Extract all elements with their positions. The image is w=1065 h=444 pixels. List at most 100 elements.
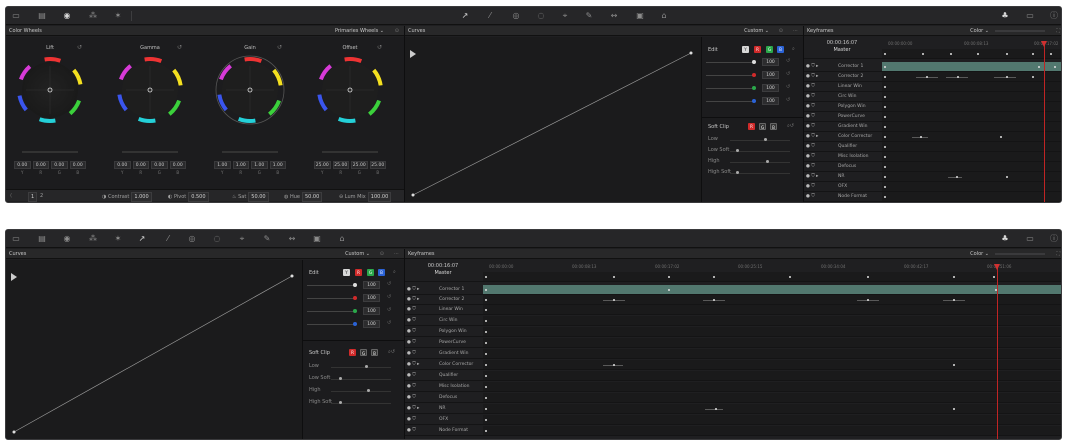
value-y[interactable]: 0.00 [14, 161, 31, 169]
keyframe-row[interactable]: ● ⛉ ▸ NR [405, 404, 1061, 414]
color-wheel-ring[interactable] [14, 54, 86, 126]
keyframe-row[interactable]: ● ⛉ Circ Win [804, 92, 1061, 102]
chip-b[interactable]: B [777, 46, 784, 53]
curve-line[interactable] [405, 37, 701, 203]
soft-clip-row[interactable]: High Soft [309, 399, 399, 407]
sizing-icon[interactable]: ⌂ [336, 233, 348, 245]
rgb-mixer-icon[interactable]: ⁂ [87, 10, 99, 22]
keyframes-mode-dropdown[interactable]: Color ⌄ [970, 249, 989, 259]
wheels-mode-dropdown[interactable]: Primaries Wheels ⌄ [335, 26, 384, 36]
link-icon[interactable]: ⌕ [792, 46, 795, 52]
pivot-control[interactable]: ◐ Pivot 0.500 [168, 192, 209, 202]
curves-settings-icon[interactable]: ⊙ [779, 26, 783, 36]
soft-clip-row[interactable]: Low [309, 363, 399, 371]
keyframe-row[interactable]: ● ⛉ Polygon Win [804, 102, 1061, 112]
value-g[interactable]: 0.00 [51, 161, 68, 169]
sat-control[interactable]: ♨ Sat 50.00 [232, 192, 269, 202]
keyframe-row[interactable]: ● ⛉ Qualifier [804, 142, 1061, 152]
lum-mix-control[interactable]: ⊖ Lum Mix 100.00 [339, 192, 392, 202]
soft-clip-row[interactable]: High Soft [708, 169, 798, 177]
chip-r[interactable]: R [748, 123, 755, 130]
edit-value[interactable]: 100 [762, 71, 779, 79]
value-g[interactable]: 0.00 [151, 161, 168, 169]
motion-effects-icon[interactable]: ✶ [112, 233, 124, 245]
reset-icon[interactable]: ↺ [377, 44, 382, 51]
value-b[interactable]: 0.00 [69, 161, 86, 169]
chip-y[interactable]: Y [742, 46, 749, 53]
reset-icon[interactable]: ↺ [77, 44, 82, 51]
window-icon[interactable]: ◌ [211, 233, 223, 245]
edit-row-y[interactable]: 100 ↺ [303, 281, 403, 290]
scopes-icon[interactable]: ♣ [999, 10, 1011, 22]
key-icon[interactable]: ▣ [634, 10, 646, 22]
reset-icon[interactable]: ↺ [387, 307, 391, 313]
edit-row-b[interactable]: 100 ↺ [303, 320, 403, 329]
keyframes-icon[interactable]: ⓘ [1048, 233, 1060, 245]
master-wheel-slider[interactable] [122, 151, 178, 153]
contrast-control[interactable]: ◑ Contrast 1.000 [102, 192, 152, 202]
curves-icon[interactable]: ↗ [136, 233, 148, 245]
edit-row-g[interactable]: 100 ↺ [303, 307, 403, 316]
keyframes-mode-dropdown[interactable]: Color ⌄ [970, 26, 989, 36]
zoom-slider[interactable] [995, 30, 1045, 32]
keyframe-row[interactable]: ● ⛉ Linear Win [804, 82, 1061, 92]
master-track-row[interactable] [804, 49, 1061, 59]
reset-icon[interactable]: ↺ [786, 71, 790, 77]
master-wheel-slider[interactable] [222, 151, 278, 153]
color-wheel-ring[interactable] [114, 54, 186, 126]
chip-y[interactable]: Y [343, 269, 350, 276]
value-b[interactable]: 1.00 [269, 161, 286, 169]
keyframe-row[interactable]: ● ⛉ ▸ Corrector 1 [405, 285, 1061, 295]
motion-effects-icon[interactable]: ✶ [112, 10, 124, 22]
soft-clip-row[interactable]: Low Soft [708, 147, 798, 155]
edit-row-r[interactable]: 100 ↺ [702, 71, 802, 80]
curves-icon[interactable]: ↗ [459, 10, 471, 22]
keyframe-row[interactable]: ● ⛉ OFX [405, 415, 1061, 425]
value-g[interactable]: 25.00 [351, 161, 368, 169]
keyframes-icon[interactable]: ⓘ [1048, 10, 1060, 22]
keyframe-row[interactable]: ● ⛉ Defocus [804, 162, 1061, 172]
tracker-icon[interactable]: ⌖ [559, 10, 571, 22]
keyframe-row[interactable]: ● ⛉ PowerCurve [804, 112, 1061, 122]
keyframe-row[interactable]: ● ⛉ Misc Isolation [405, 382, 1061, 392]
curves-mode-dropdown[interactable]: Custom ⌄ [345, 249, 370, 259]
link-icon[interactable]: ⌕↺ [388, 349, 395, 355]
soft-clip-row[interactable]: High [708, 158, 798, 166]
lift-wheel[interactable]: Lift ↺ 0.00 Y 0.00 R 0.00 G 0.00 B [14, 44, 86, 195]
expand-icon[interactable]: ⛶ [1056, 26, 1060, 36]
magic-mask-icon[interactable]: ✎ [583, 10, 595, 22]
curves-mode-dropdown[interactable]: Custom ⌄ [744, 26, 769, 36]
reset-icon[interactable]: ↺ [387, 320, 391, 326]
keyframe-row[interactable]: ● ⛉ OFX [804, 182, 1061, 192]
color-wheels-icon[interactable]: ◉ [61, 233, 73, 245]
edit-row-r[interactable]: 100 ↺ [303, 294, 403, 303]
curve-graph[interactable] [405, 37, 701, 203]
value-y[interactable]: 0.00 [114, 161, 131, 169]
value-y[interactable]: 25.00 [314, 161, 331, 169]
reset-icon[interactable]: ↺ [387, 281, 391, 287]
more-options-icon[interactable]: ⊙ [395, 26, 399, 36]
keyframe-row[interactable]: ● ⛉ Linear Win [405, 305, 1061, 315]
curve-graph[interactable] [6, 260, 302, 439]
master-track-row[interactable] [405, 272, 1061, 282]
edit-row-g[interactable]: 100 ↺ [702, 84, 802, 93]
chip-r[interactable]: R [754, 46, 761, 53]
edit-row-b[interactable]: 100 ↺ [702, 97, 802, 106]
blur-icon[interactable]: ↭ [286, 233, 298, 245]
master-wheel-slider[interactable] [22, 151, 78, 153]
more-options-icon[interactable]: ⋯ [793, 26, 798, 36]
keyframe-row[interactable]: ● ⛉ Defocus [405, 393, 1061, 403]
keyframe-row[interactable]: ● ⛉ Node Format [405, 426, 1061, 436]
chip-g[interactable]: G [766, 46, 773, 53]
keyframe-row[interactable]: ● ⛉ Gradient Win [405, 349, 1061, 359]
keyframe-row[interactable]: ● ⛉ ▸ Color Corrector [405, 360, 1061, 370]
scopes-icon[interactable]: ♣ [999, 233, 1011, 245]
qualifier-icon[interactable]: ◎ [186, 233, 198, 245]
color-warper-icon[interactable]: ⁄ [162, 233, 174, 245]
value-y[interactable]: 1.00 [214, 161, 231, 169]
offset-wheel[interactable]: Offset ↺ 25.00 Y 25.00 R 25.00 G 25.00 B [314, 44, 386, 195]
link-icon[interactable]: ⌕ [393, 269, 396, 275]
link-icon[interactable]: ⌕↺ [787, 123, 794, 129]
color-wheels-icon[interactable]: ◉ [61, 10, 73, 22]
soft-clip-row[interactable]: Low [708, 136, 798, 144]
